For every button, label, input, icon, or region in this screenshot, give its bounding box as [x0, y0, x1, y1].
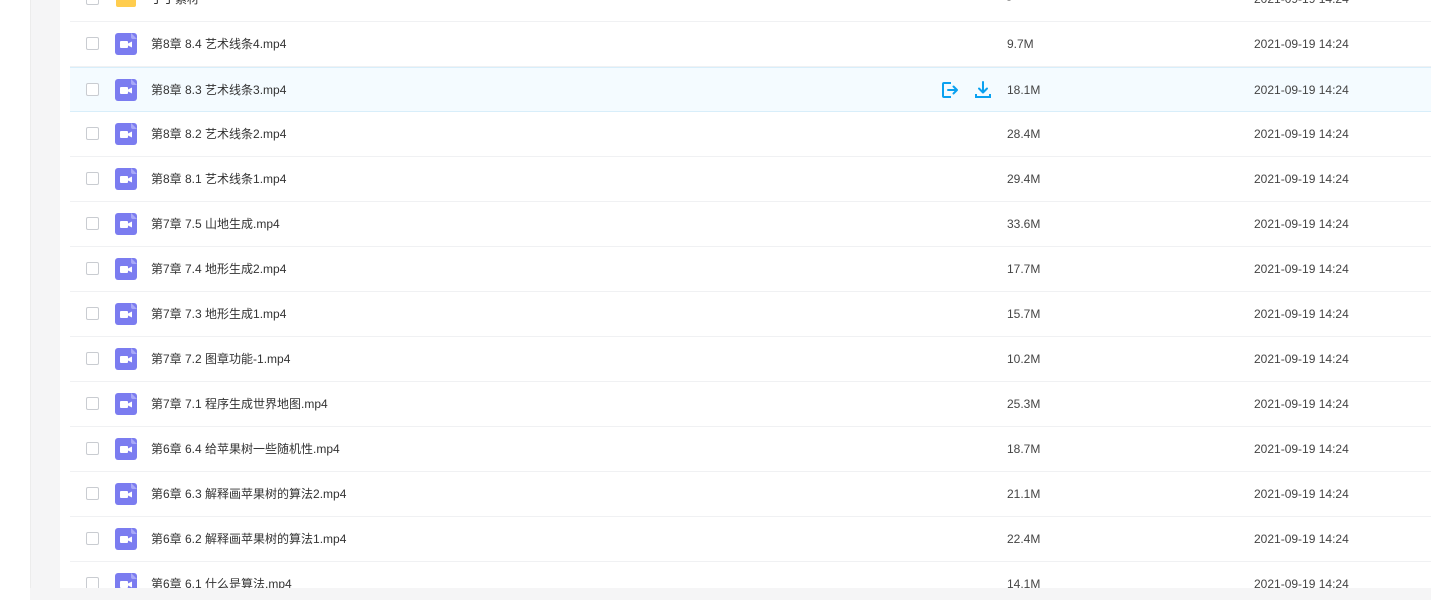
file-date: 2021-09-19 14:24: [1254, 352, 1349, 366]
list-row[interactable]: 第6章 6.4 给苹果树一些随机性.mp4 18.7M 2021-09-19 1…: [70, 427, 1431, 472]
file-size: 15.7M: [1007, 307, 1041, 321]
video-file-icon: [115, 303, 137, 325]
video-file-icon: [115, 573, 137, 588]
file-date: 2021-09-19 14:24: [1254, 487, 1349, 501]
video-file-icon: [115, 123, 137, 145]
video-file-icon: [115, 33, 137, 55]
file-size: 9.7M: [1007, 37, 1034, 51]
file-size: 28.4M: [1007, 127, 1041, 141]
file-date: 2021-09-19 14:24: [1254, 0, 1349, 21]
file-size: 29.4M: [1007, 172, 1041, 186]
video-file-icon: [115, 438, 137, 460]
video-file-icon: [115, 348, 137, 370]
row-checkbox[interactable]: [86, 397, 99, 410]
bottom-scroll-area: [30, 588, 1431, 600]
video-file-icon: [115, 258, 137, 280]
share-icon[interactable]: [940, 80, 960, 100]
file-size: -: [1007, 0, 1011, 21]
list-row[interactable]: 第8章 8.4 艺术线条4.mp4 9.7M 2021-09-19 14:24: [70, 22, 1431, 67]
list-row[interactable]: 第6章 6.3 解释画苹果树的算法2.mp4 21.1M 2021-09-19 …: [70, 472, 1431, 517]
file-size: 33.6M: [1007, 217, 1041, 231]
row-checkbox[interactable]: [86, 82, 99, 96]
list-row[interactable]: 第6章 6.1 什么是算法.mp4 14.1M 2021-09-19 14:24: [70, 562, 1431, 588]
video-file-icon: [115, 78, 137, 101]
row-checkbox[interactable]: [86, 217, 99, 230]
file-name[interactable]: 第6章 6.3 解释画苹果树的算法2.mp4: [151, 472, 346, 516]
file-name[interactable]: 第6章 6.1 什么是算法.mp4: [151, 562, 292, 588]
file-date: 2021-09-19 14:24: [1254, 127, 1349, 141]
file-date: 2021-09-19 14:24: [1254, 83, 1349, 97]
file-name[interactable]: 第6章 6.2 解释画苹果树的算法1.mp4: [151, 517, 346, 561]
file-size: 21.1M: [1007, 487, 1041, 501]
video-file-icon: [115, 483, 137, 505]
row-checkbox[interactable]: [86, 37, 99, 50]
row-checkbox[interactable]: [86, 307, 99, 320]
file-size: 18.1M: [1007, 83, 1041, 97]
file-size: 10.2M: [1007, 352, 1041, 366]
list-row[interactable]: 第7章 7.3 地形生成1.mp4 15.7M 2021-09-19 14:24: [70, 292, 1431, 337]
file-date: 2021-09-19 14:24: [1254, 397, 1349, 411]
file-name[interactable]: 第7章 7.2 图章功能-1.mp4: [151, 337, 290, 381]
video-file-icon: [115, 168, 137, 190]
download-icon[interactable]: [973, 80, 993, 100]
file-date: 2021-09-19 14:24: [1254, 442, 1349, 456]
file-size: 14.1M: [1007, 577, 1041, 588]
file-name[interactable]: 第8章 8.4 艺术线条4.mp4: [151, 22, 286, 66]
file-date: 2021-09-19 14:24: [1254, 532, 1349, 546]
row-checkbox[interactable]: [86, 127, 99, 140]
row-checkbox[interactable]: [86, 532, 99, 545]
row-checkbox[interactable]: [86, 577, 99, 588]
file-name[interactable]: 丁丁素材: [151, 0, 199, 21]
list-row-folder[interactable]: 丁丁素材 - 2021-09-19 14:24: [70, 0, 1431, 22]
file-name[interactable]: 第7章 7.3 地形生成1.mp4: [151, 292, 286, 336]
list-row[interactable]: 第7章 7.4 地形生成2.mp4 17.7M 2021-09-19 14:24: [70, 247, 1431, 292]
file-name[interactable]: 第8章 8.1 艺术线条1.mp4: [151, 157, 286, 201]
file-name[interactable]: 第8章 8.3 艺术线条3.mp4: [151, 68, 286, 111]
row-checkbox[interactable]: [86, 172, 99, 185]
list-row[interactable]: 第7章 7.5 山地生成.mp4 33.6M 2021-09-19 14:24: [70, 202, 1431, 247]
row-checkbox[interactable]: [86, 352, 99, 365]
video-file-icon: [115, 528, 137, 550]
file-name[interactable]: 第7章 7.5 山地生成.mp4: [151, 202, 280, 246]
file-date: 2021-09-19 14:24: [1254, 307, 1349, 321]
file-list: 丁丁素材 - 2021-09-19 14:24 第8章 8.4 艺术线条4.mp…: [70, 0, 1431, 588]
file-date: 2021-09-19 14:24: [1254, 262, 1349, 276]
file-size: 18.7M: [1007, 442, 1041, 456]
row-checkbox[interactable]: [86, 0, 99, 5]
file-date: 2021-09-19 14:24: [1254, 577, 1349, 588]
file-date: 2021-09-19 14:24: [1254, 37, 1349, 51]
video-file-icon: [115, 393, 137, 415]
list-row[interactable]: 第7章 7.1 程序生成世界地图.mp4 25.3M 2021-09-19 14…: [70, 382, 1431, 427]
file-date: 2021-09-19 14:24: [1254, 217, 1349, 231]
file-size: 25.3M: [1007, 397, 1041, 411]
list-row[interactable]: 第7章 7.2 图章功能-1.mp4 10.2M 2021-09-19 14:2…: [70, 337, 1431, 382]
left-panel-edge: [30, 0, 60, 600]
file-name[interactable]: 第7章 7.4 地形生成2.mp4: [151, 247, 286, 291]
file-size: 17.7M: [1007, 262, 1041, 276]
list-row-hovered[interactable]: 第8章 8.3 艺术线条3.mp4 18.1M 2021-09-19 14:24: [70, 67, 1431, 112]
file-size: 22.4M: [1007, 532, 1041, 546]
file-name[interactable]: 第6章 6.4 给苹果树一些随机性.mp4: [151, 427, 340, 471]
list-row[interactable]: 第8章 8.2 艺术线条2.mp4 28.4M 2021-09-19 14:24: [70, 112, 1431, 157]
video-file-icon: [115, 213, 137, 235]
folder-icon: [116, 0, 136, 7]
file-date: 2021-09-19 14:24: [1254, 172, 1349, 186]
list-row[interactable]: 第6章 6.2 解释画苹果树的算法1.mp4 22.4M 2021-09-19 …: [70, 517, 1431, 562]
row-checkbox[interactable]: [86, 442, 99, 455]
row-checkbox[interactable]: [86, 487, 99, 500]
left-gutter: [0, 0, 30, 600]
list-row[interactable]: 第8章 8.1 艺术线条1.mp4 29.4M 2021-09-19 14:24: [70, 157, 1431, 202]
row-checkbox[interactable]: [86, 262, 99, 275]
file-name[interactable]: 第8章 8.2 艺术线条2.mp4: [151, 112, 286, 156]
file-name[interactable]: 第7章 7.1 程序生成世界地图.mp4: [151, 382, 328, 426]
